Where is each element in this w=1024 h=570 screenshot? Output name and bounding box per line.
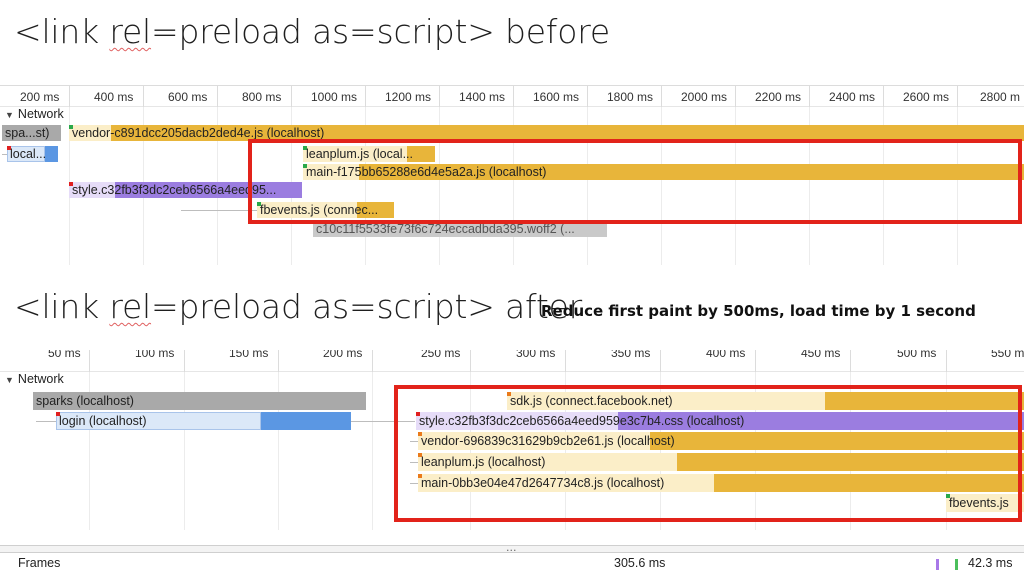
frames-label: Frames bbox=[18, 556, 61, 570]
tick: 2600 ms bbox=[903, 86, 958, 108]
time-ruler[interactable]: 50 ms 100 ms 150 ms 200 ms 250 ms 300 ms… bbox=[0, 350, 1024, 372]
network-request-bar[interactable]: spa...st) bbox=[2, 125, 61, 141]
request-label: spa...st) bbox=[5, 126, 50, 140]
tick-label: 2000 ms bbox=[681, 90, 728, 104]
caret-down-icon: ▼ bbox=[5, 110, 14, 120]
request-wait-line bbox=[36, 421, 56, 422]
tick: 2400 ms bbox=[829, 86, 884, 108]
network-timeline-before[interactable]: 200 ms 400 ms 600 ms 800 ms 1000 ms 1200… bbox=[0, 85, 1024, 265]
tick-label: 100 ms bbox=[135, 350, 175, 360]
title-after-post: =preload as=script> after bbox=[151, 287, 583, 326]
tick-label: 800 ms bbox=[242, 90, 282, 104]
tick-label: 2800 m bbox=[980, 90, 1021, 104]
tick-label: 1600 ms bbox=[533, 90, 580, 104]
network-section-label: Network bbox=[17, 372, 64, 386]
tick: 300 ms bbox=[516, 350, 566, 372]
title-before-rel: rel bbox=[109, 12, 152, 51]
tick-label: 1800 ms bbox=[607, 90, 654, 104]
tick: 800 ms bbox=[242, 86, 292, 108]
tick: 400 ms bbox=[706, 350, 756, 372]
request-label: sparks (localhost) bbox=[36, 394, 134, 408]
frame-duration: 305.6 ms bbox=[614, 556, 666, 570]
tick: 50 ms bbox=[48, 350, 90, 372]
tick: 500 ms bbox=[897, 350, 947, 372]
request-phase bbox=[261, 412, 351, 430]
tick-label: 50 ms bbox=[48, 350, 81, 360]
network-timeline-after[interactable]: 50 ms 100 ms 150 ms 200 ms 250 ms 300 ms… bbox=[0, 350, 1024, 530]
request-label: style.c32fb3f3dc2ceb6566a4eed95... bbox=[72, 183, 277, 197]
tick-label: 600 ms bbox=[168, 90, 208, 104]
tick-label: 1400 ms bbox=[459, 90, 506, 104]
tick-label: 200 ms bbox=[323, 350, 363, 360]
tick: 600 ms bbox=[168, 86, 218, 108]
tick: 1800 ms bbox=[607, 86, 662, 108]
tick-label: 400 ms bbox=[94, 90, 134, 104]
tick: 2200 ms bbox=[755, 86, 810, 108]
network-section-toggle[interactable]: ▼ Network bbox=[5, 372, 64, 386]
tick: 400 ms bbox=[94, 86, 144, 108]
tick-label: 250 ms bbox=[421, 350, 461, 360]
network-request-bar[interactable]: local... bbox=[7, 146, 58, 162]
network-request-bar[interactable]: sparks (localhost) bbox=[33, 392, 366, 410]
tick-label: 2600 ms bbox=[903, 90, 950, 104]
tick: 1200 ms bbox=[385, 86, 440, 108]
tick-label: 1200 ms bbox=[385, 90, 432, 104]
tick-label: 150 ms bbox=[229, 350, 269, 360]
time-ruler[interactable]: 200 ms 400 ms 600 ms 800 ms 1000 ms 1200… bbox=[0, 85, 1024, 108]
gridline bbox=[372, 372, 373, 530]
tick-label: 2400 ms bbox=[829, 90, 876, 104]
tick-label: 2200 ms bbox=[755, 90, 802, 104]
tick-label: 450 ms bbox=[801, 350, 841, 360]
frames-track[interactable]: Frames 305.6 ms 42.3 ms bbox=[0, 553, 1024, 570]
tick: 2000 ms bbox=[681, 86, 736, 108]
title-before-post: =preload as=script> before bbox=[151, 12, 610, 51]
tick-label: 550 m bbox=[991, 350, 1024, 360]
frame-marker bbox=[936, 559, 939, 570]
tick: 1600 ms bbox=[533, 86, 588, 108]
tick: 1000 ms bbox=[311, 86, 366, 108]
tick: 350 ms bbox=[611, 350, 661, 372]
tick: 100 ms bbox=[135, 350, 185, 372]
tick-label: 400 ms bbox=[706, 350, 746, 360]
request-wait-line bbox=[181, 210, 257, 211]
tick-label: 350 ms bbox=[611, 350, 651, 360]
slide-title-before: <link rel=preload as=script> before bbox=[14, 12, 610, 51]
title-before-pre: <link bbox=[14, 12, 110, 51]
frame-duration-2: 42.3 ms bbox=[968, 556, 1013, 570]
request-label: c10c11f5533fe73f6c724eccadbda395.woff2 (… bbox=[316, 222, 575, 236]
tick: 450 ms bbox=[801, 350, 851, 372]
tick-label: 1000 ms bbox=[311, 90, 358, 104]
tick: 150 ms bbox=[229, 350, 279, 372]
highlight-box-after bbox=[394, 385, 1022, 522]
request-label: login (localhost) bbox=[59, 414, 147, 428]
tick-label: 200 ms bbox=[20, 90, 60, 104]
network-request-bar[interactable]: login (localhost) bbox=[56, 412, 351, 430]
network-section-toggle[interactable]: ▼ Network bbox=[5, 107, 64, 121]
slide-title-after: <link rel=preload as=script> after bbox=[14, 287, 582, 326]
highlight-box-before bbox=[248, 139, 1022, 224]
tick: 250 ms bbox=[421, 350, 471, 372]
tick: 200 ms bbox=[323, 350, 373, 372]
network-section-label: Network bbox=[17, 107, 64, 121]
request-label: vendor-c891dcc205dacb2ded4e.js (localhos… bbox=[72, 126, 325, 140]
tick: 1400 ms bbox=[459, 86, 514, 108]
title-after-pre: <link bbox=[14, 287, 110, 326]
tick-label: 500 ms bbox=[897, 350, 937, 360]
request-phase bbox=[45, 146, 58, 162]
panel-resize-handle[interactable]: ... bbox=[0, 541, 1024, 554]
title-after-rel: rel bbox=[109, 287, 152, 326]
slide-subtitle: Reduce first paint by 500ms, load time b… bbox=[541, 302, 976, 320]
frame-marker bbox=[955, 559, 958, 570]
request-label: local... bbox=[10, 147, 47, 161]
tick: 200 ms bbox=[20, 86, 70, 108]
tick-label: 300 ms bbox=[516, 350, 556, 360]
caret-down-icon: ▼ bbox=[5, 375, 14, 385]
